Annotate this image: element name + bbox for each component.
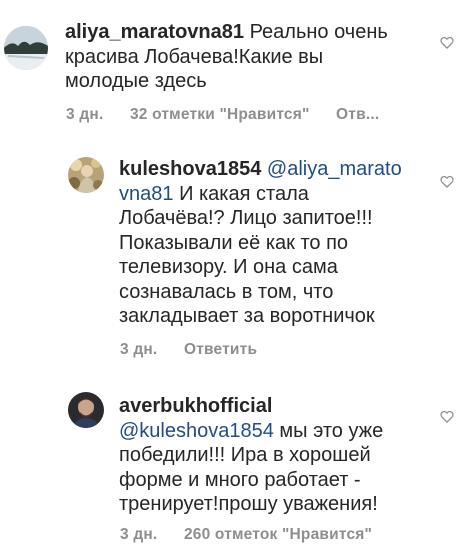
avatar[interactable] xyxy=(68,157,104,193)
reply-button[interactable]: Отв... xyxy=(336,106,379,123)
comment-text: kuleshova1854 @aliya_maratovna81 И какая… xyxy=(119,157,409,329)
mention-link[interactable]: @kuleshova1854 xyxy=(119,420,274,442)
comment-meta: 3 дн. 260 отметок "Нравится" xyxy=(120,526,394,544)
comment-reply: kuleshova1854 @aliya_maratovna81 И какая… xyxy=(0,140,460,370)
comment-time: 3 дн. xyxy=(120,526,158,543)
heart-icon[interactable] xyxy=(440,410,454,423)
comment-text: aliya_maratovna81 Реально очень красива … xyxy=(65,20,405,94)
comment-meta: 3 дн. Ответить xyxy=(120,341,279,359)
username[interactable]: kuleshova1854 xyxy=(119,158,261,180)
comment-time: 3 дн. xyxy=(66,106,104,123)
comment-reply: averbukhofficial @kuleshova1854 мы это у… xyxy=(0,370,460,547)
comment-text: averbukhofficial @kuleshova1854 мы это у… xyxy=(119,394,409,517)
comment-meta: 3 дн. 32 отметки "Нравится" Отв... xyxy=(66,106,401,124)
reply-button[interactable]: Ответить xyxy=(184,341,257,358)
avatar[interactable] xyxy=(4,26,48,70)
comment-time: 3 дн. xyxy=(120,341,158,358)
username[interactable]: averbukhofficial xyxy=(119,395,272,417)
heart-icon[interactable] xyxy=(440,36,454,49)
avatar[interactable] xyxy=(68,392,104,428)
username[interactable]: aliya_maratovna81 xyxy=(65,21,244,43)
likes-count[interactable]: 32 отметки "Нравится" xyxy=(130,106,310,123)
comment: aliya_maratovna81 Реально очень красива … xyxy=(0,0,460,140)
heart-icon[interactable] xyxy=(440,175,454,188)
likes-count[interactable]: 260 отметок "Нравится" xyxy=(184,526,372,543)
